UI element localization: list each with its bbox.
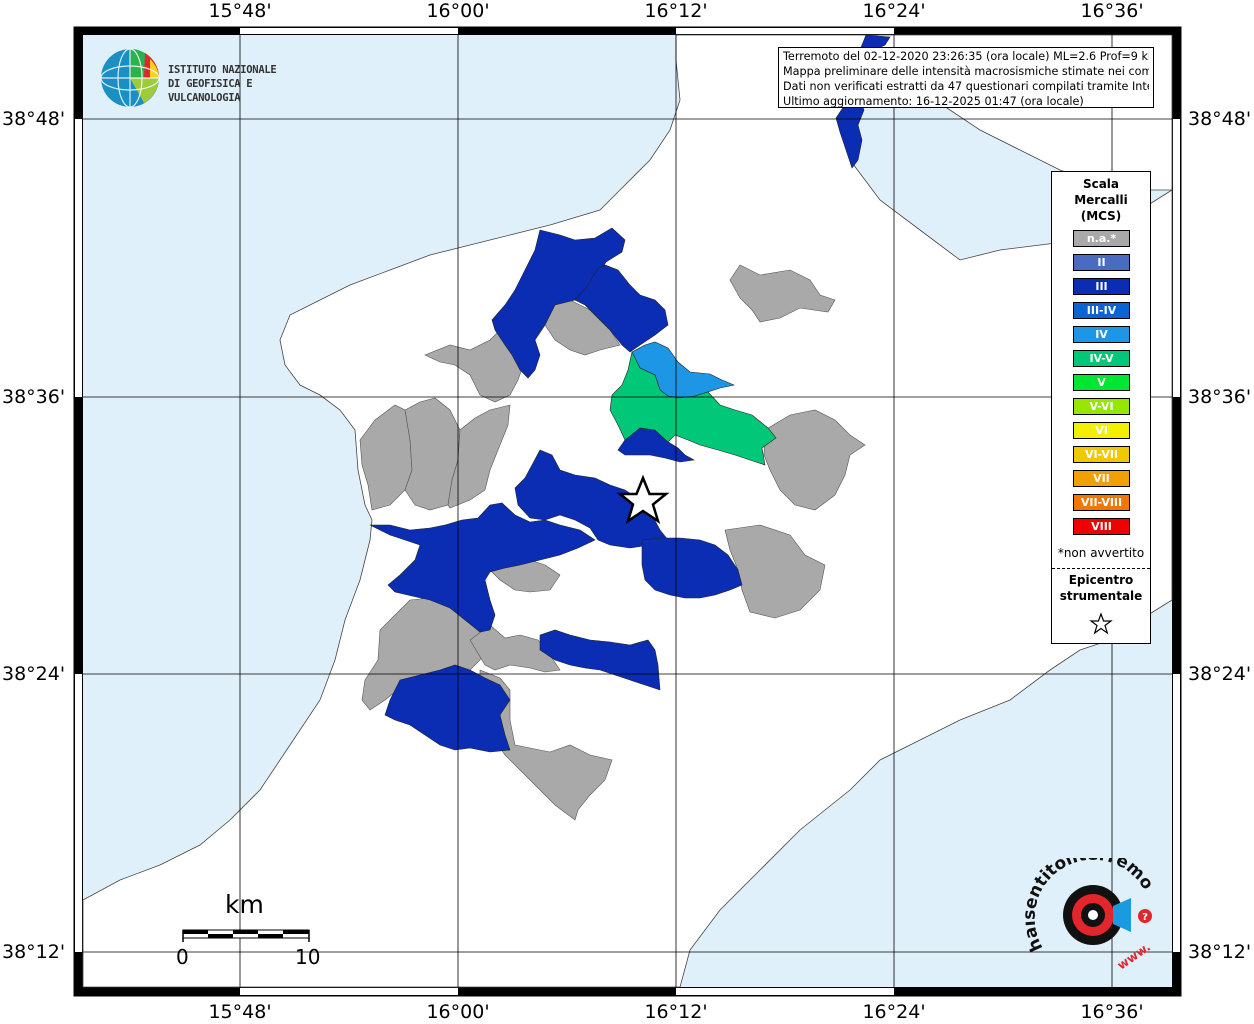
lat-label-right: 38°36'	[1188, 386, 1252, 408]
lat-label-left: 38°12'	[2, 941, 66, 963]
hsit-www: www.	[1115, 940, 1153, 973]
lon-label-bottom: 16°12'	[644, 1001, 708, 1023]
legend-title-line: Mercalli	[1074, 193, 1128, 207]
legend-epicenter-line: strumentale	[1059, 589, 1143, 603]
legend-not-felt-note: *non avvertito	[1057, 546, 1145, 560]
mcs-legend: Scala Mercalli (MCS) n.a.* II III III-IV IV I…	[1051, 171, 1151, 644]
ingv-logo: ISTITUTO NAZIONALE DI GEOFISICA E VULCAN…	[100, 47, 330, 109]
scale-end-label: 10	[295, 945, 321, 969]
lon-label-top: 16°00'	[426, 0, 490, 22]
lon-label-top: 16°36'	[1080, 0, 1144, 22]
hsit-logo: ? haisentitoilterremoto.it www.	[1019, 843, 1165, 983]
lat-label-left: 38°24'	[2, 663, 66, 685]
legend-item: VIII	[1073, 518, 1130, 535]
legend-item: VI	[1073, 422, 1130, 439]
ingv-name-line1: ISTITUTO NAZIONALE	[168, 64, 277, 76]
lat-label-right: 38°12'	[1188, 941, 1252, 963]
event-info-line: Dati non verificati estratti da 47 quest…	[783, 80, 1149, 93]
scale-bar: km 0 10	[170, 890, 330, 970]
scale-start-label: 0	[176, 945, 189, 969]
legend-item: VI-VII	[1073, 446, 1130, 463]
event-info-box: Terremoto del 02-12-2020 23:26:35 (ora l…	[778, 47, 1154, 108]
ingv-name-line2: DI GEOFISICA E VULCANOLOGIA	[168, 78, 253, 104]
legend-item: IV-V	[1073, 350, 1130, 367]
legend-item: n.a.*	[1073, 230, 1130, 247]
lon-label-bottom: 15°48'	[208, 1001, 272, 1023]
scale-unit-label: km	[225, 890, 264, 919]
legend-separator	[1052, 568, 1150, 569]
legend-epicenter-label: Epicentro strumentale	[1052, 572, 1150, 604]
event-info-line: Ultimo aggiornamento: 16-12-2025 01:47 (…	[783, 95, 1084, 108]
legend-item: IV	[1073, 326, 1130, 343]
lon-label-top: 16°12'	[644, 0, 708, 22]
star-icon	[1089, 612, 1113, 635]
lat-label-right: 38°24'	[1188, 663, 1252, 685]
legend-item: III-IV	[1073, 302, 1130, 319]
legend-epicenter-line: Epicentro	[1068, 573, 1134, 587]
lat-label-right: 38°48'	[1188, 108, 1252, 130]
lat-label-left: 38°36'	[2, 386, 66, 408]
legend-title: Scala Mercalli (MCS)	[1052, 176, 1150, 224]
lon-label-bottom: 16°24'	[862, 1001, 926, 1023]
legend-item: V	[1073, 374, 1130, 391]
legend-title-line: (MCS)	[1080, 209, 1122, 223]
hsit-target-icon: ? haisentitoilterremoto.it www.	[1019, 843, 1157, 973]
legend-item: VII-VIII	[1073, 494, 1130, 511]
lon-label-bottom: 16°00'	[426, 1001, 490, 1023]
svg-text:?: ?	[1142, 912, 1148, 923]
legend-item: II	[1073, 254, 1130, 271]
legend-item: VII	[1073, 470, 1130, 487]
legend-item: III	[1073, 278, 1130, 295]
lon-label-top: 16°24'	[862, 0, 926, 22]
lon-label-top: 15°48'	[208, 0, 272, 22]
event-info-line: Mappa preliminare delle intensità macros…	[783, 65, 1149, 78]
globe-icon	[100, 48, 160, 108]
lon-label-bottom: 16°36'	[1080, 1001, 1144, 1023]
lat-label-left: 38°48'	[2, 108, 66, 130]
legend-title-line: Scala	[1082, 177, 1120, 191]
legend-item: V-VI	[1073, 398, 1130, 415]
event-info-line: Terremoto del 02-12-2020 23:26:35 (ora l…	[783, 50, 1149, 63]
